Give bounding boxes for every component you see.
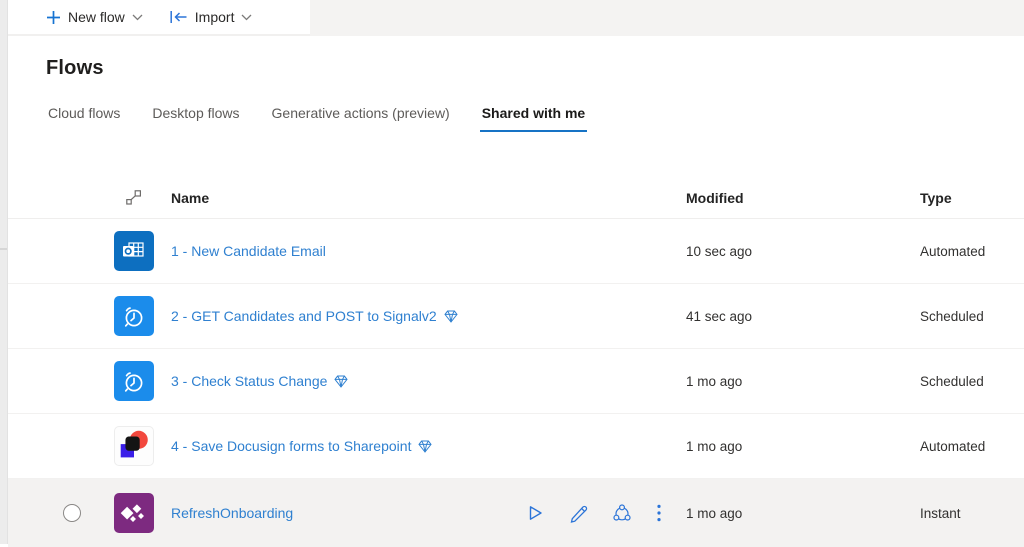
docusign-icon xyxy=(114,426,154,466)
chevron-down-icon xyxy=(241,14,252,21)
row-select-cell xyxy=(48,504,96,522)
header-modified[interactable]: Modified xyxy=(686,190,920,206)
left-nav-divider xyxy=(0,248,7,250)
header-name[interactable]: Name xyxy=(171,190,686,206)
table-row[interactable]: 3 - Check Status Change 1 mo ago Schedul… xyxy=(8,349,1024,414)
recurrence-clock-icon xyxy=(114,296,154,336)
tab-bar: Cloud flows Desktop flows Generative act… xyxy=(46,105,1024,132)
tab-shared-with-me[interactable]: Shared with me xyxy=(480,105,587,132)
share-flow-button[interactable] xyxy=(609,500,635,526)
import-icon xyxy=(169,10,188,24)
more-actions-button[interactable] xyxy=(654,501,664,525)
flow-name-cell: RefreshOnboarding xyxy=(171,500,686,526)
flow-icon-cell xyxy=(96,361,171,401)
tab-generative-actions[interactable]: Generative actions (preview) xyxy=(270,105,452,132)
premium-icon xyxy=(418,440,432,453)
flow-type-cell: Scheduled xyxy=(920,309,1024,324)
import-button[interactable]: Import xyxy=(169,9,253,25)
tab-desktop-flows[interactable]: Desktop flows xyxy=(150,105,241,132)
flow-icon-cell xyxy=(96,493,171,533)
edit-flow-button[interactable] xyxy=(566,501,590,525)
flow-icon-cell xyxy=(96,231,171,271)
flow-name-link[interactable]: 2 - GET Candidates and POST to Signalv2 xyxy=(171,308,437,324)
row-radio[interactable] xyxy=(63,504,81,522)
flows-table: Name Modified Type xyxy=(8,177,1024,547)
table-row[interactable]: 4 - Save Docusign forms to Sharepoint 1 … xyxy=(8,414,1024,479)
table-row[interactable]: 2 - GET Candidates and POST to Signalv2 … xyxy=(8,284,1024,349)
flow-modified-cell: 41 sec ago xyxy=(686,309,920,324)
flow-modified-cell: 1 mo ago xyxy=(686,439,920,454)
custom-connector-icon xyxy=(114,493,154,533)
ellipsis-vertical-icon xyxy=(656,503,662,523)
share-icon xyxy=(611,502,633,524)
pencil-icon xyxy=(568,503,588,523)
header-flow-connection-icon xyxy=(96,189,171,206)
recurrence-clock-icon xyxy=(114,361,154,401)
flow-name-cell: 3 - Check Status Change xyxy=(171,373,686,389)
flow-name-link[interactable]: RefreshOnboarding xyxy=(171,505,293,521)
play-icon xyxy=(525,503,545,523)
flow-name-link[interactable]: 3 - Check Status Change xyxy=(171,373,327,389)
table-row[interactable]: 1 - New Candidate Email 10 sec ago Autom… xyxy=(8,219,1024,284)
premium-icon xyxy=(444,310,458,323)
flow-type-cell: Automated xyxy=(920,244,1024,259)
new-flow-label: New flow xyxy=(68,9,125,25)
main-content: Flows Cloud flows Desktop flows Generati… xyxy=(8,36,1024,544)
outlook-icon xyxy=(114,231,154,271)
table-body: 1 - New Candidate Email 10 sec ago Autom… xyxy=(8,219,1024,547)
run-flow-button[interactable] xyxy=(523,501,547,525)
page-title: Flows xyxy=(46,57,1024,80)
flow-modified-cell: 10 sec ago xyxy=(686,244,920,259)
flow-name-cell: 4 - Save Docusign forms to Sharepoint xyxy=(171,438,686,454)
flow-modified-cell: 1 mo ago xyxy=(686,374,920,389)
new-flow-button[interactable]: New flow xyxy=(46,9,143,25)
row-actions xyxy=(523,500,664,526)
header-type[interactable]: Type xyxy=(920,190,1024,206)
import-label: Import xyxy=(195,9,235,25)
tab-cloud-flows[interactable]: Cloud flows xyxy=(46,105,122,132)
command-bar: New flow Import xyxy=(8,0,1024,36)
flow-type-cell: Scheduled xyxy=(920,374,1024,389)
flow-name-link[interactable]: 1 - New Candidate Email xyxy=(171,243,326,259)
premium-icon xyxy=(334,375,348,388)
topbar-background xyxy=(310,0,1024,36)
table-header-row: Name Modified Type xyxy=(8,177,1024,219)
flow-type-cell: Automated xyxy=(920,439,1024,454)
flow-name-link[interactable]: 4 - Save Docusign forms to Sharepoint xyxy=(171,438,411,454)
flow-name-cell: 1 - New Candidate Email xyxy=(171,243,686,259)
chevron-down-icon xyxy=(132,14,143,21)
collapsed-left-nav[interactable] xyxy=(0,0,8,544)
flow-type-cell: Instant xyxy=(920,506,1024,521)
flow-modified-cell: 1 mo ago xyxy=(686,506,920,521)
table-row[interactable]: RefreshOnboarding 1 mo ago Instant xyxy=(8,479,1024,547)
flow-icon-cell xyxy=(96,296,171,336)
plus-icon xyxy=(46,10,61,25)
flow-icon-cell xyxy=(96,426,171,466)
command-bar-buttons: New flow Import xyxy=(8,0,310,36)
flow-name-cell: 2 - GET Candidates and POST to Signalv2 xyxy=(171,308,686,324)
